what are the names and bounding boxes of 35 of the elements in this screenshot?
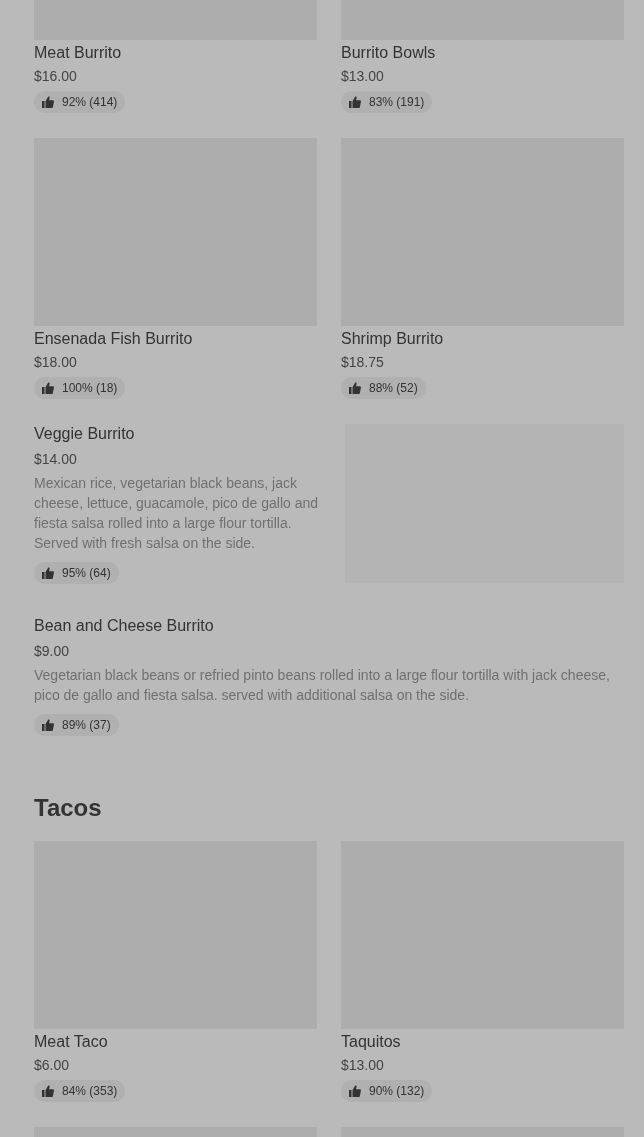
item-name: Burrito Bowls xyxy=(341,43,436,63)
item-price: $18.75 xyxy=(341,353,384,372)
item-price: $6.00 xyxy=(34,1056,70,1075)
rating-text: 90% (132) xyxy=(369,1084,425,1098)
rating-text: 92% (414) xyxy=(62,95,118,109)
item-name: Meat Taco xyxy=(34,1032,108,1052)
thumbs-up-icon xyxy=(42,1085,54,1097)
thumbs-up-icon xyxy=(42,719,54,731)
rating-text: 100% (18) xyxy=(62,381,118,395)
section-heading: Tacos xyxy=(34,793,103,823)
thumbs-up-icon xyxy=(42,96,54,108)
item-name: Bean and Cheese Burrito xyxy=(34,616,214,636)
thumbs-up-icon xyxy=(42,567,54,579)
thumbs-up-icon xyxy=(349,1085,361,1097)
item-price: $9.00 xyxy=(34,642,70,661)
thumbs-up-icon xyxy=(42,382,54,394)
item-price: $13.00 xyxy=(341,1056,384,1075)
item-name: Shrimp Burrito xyxy=(341,329,444,349)
item-name: Meat Burrito xyxy=(34,43,122,63)
item-price: $14.00 xyxy=(34,450,77,469)
item-description: Vegetarian black beans or refried pinto beans rolled into a large flour tortilla with jack cheese, pico de gallo and fiesta salsa. served with additional salsa on the side. xyxy=(34,666,611,705)
item-price: $16.00 xyxy=(34,67,77,86)
item-name: Taquitos xyxy=(341,1032,401,1052)
item-description: Mexican rice, vegetarian black beans, jack cheese, lettuce, guacamole, pico de gallo and fiesta salsa rolled into a large flour tortilla. Served with fresh salsa on the side. xyxy=(34,474,320,553)
rating-text: 95% (64) xyxy=(62,566,111,580)
item-price: $13.00 xyxy=(341,67,384,86)
item-price: $18.00 xyxy=(34,353,77,372)
thumbs-up-icon xyxy=(349,96,361,108)
item-name: Ensenada Fish Burrito xyxy=(34,329,193,349)
rating-text: 84% (353) xyxy=(62,1084,118,1098)
thumbs-up-icon xyxy=(349,382,361,394)
rating-text: 88% (52) xyxy=(369,381,418,395)
item-name: Veggie Burrito xyxy=(34,424,135,444)
rating-text: 83% (191) xyxy=(369,95,425,109)
rating-text: 89% (37) xyxy=(62,718,111,732)
